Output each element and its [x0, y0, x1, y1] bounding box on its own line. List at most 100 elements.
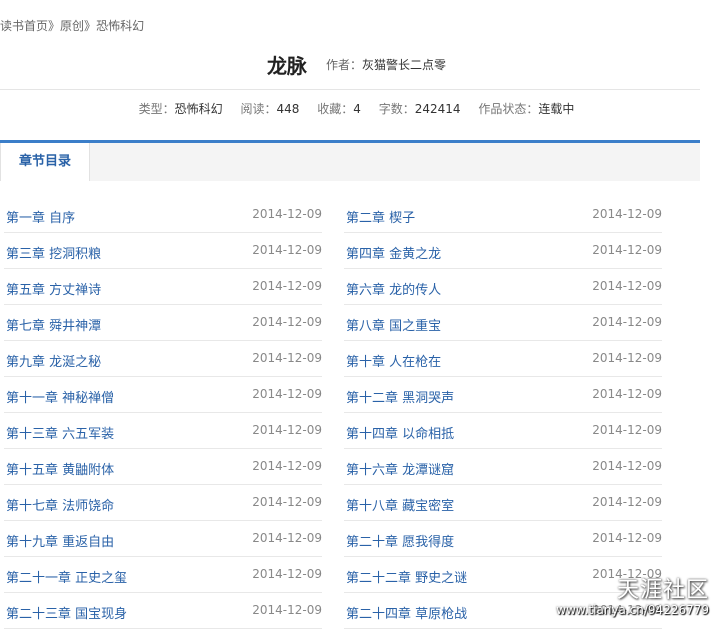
chapter-list-left: 第一章 自序 2014-12-09 第三章 挖洞积粮 2014-12-09 第五章 方丈… — [4, 197, 322, 629]
meta-type: 类型：恐怖科幻 — [139, 102, 223, 116]
tab-table-of-contents[interactable]: 章节目录 — [0, 143, 90, 181]
chapter-row: 第十八章 藏宝密室 2014-12-09 — [344, 485, 662, 521]
chapter-date: 2014-12-09 — [252, 315, 322, 329]
chapter-link[interactable]: 第十四章 以命相抵 — [346, 423, 454, 442]
chapter-row: 第二十二章 野史之谜 2014-12-09 — [344, 557, 662, 593]
chapter-row: 第十七章 法师饶命 2014-12-09 — [4, 485, 322, 521]
chapter-row: 第四章 金黄之龙 2014-12-09 — [344, 233, 662, 269]
chapter-link[interactable]: 第十五章 黄鼬附体 — [6, 459, 114, 478]
chapter-row: 第二章 楔子 2014-12-09 — [344, 197, 662, 233]
chapter-link[interactable]: 第十三章 六五军装 — [6, 423, 114, 442]
chapter-row: 第十章 人在枪在 2014-12-09 — [344, 341, 662, 377]
breadcrumb-separator: 》 — [48, 19, 61, 33]
chapter-date: 2014-12-09 — [252, 495, 322, 509]
chapter-date: 2014-12-09 — [592, 423, 662, 437]
breadcrumb: 读书首页》原创》恐怖科幻 — [0, 17, 144, 34]
meta-status: 作品状态：连载中 — [478, 102, 574, 116]
chapter-link[interactable]: 第二十二章 野史之谜 — [346, 567, 467, 586]
chapter-row: 第十四章 以命相抵 2014-12-09 — [344, 413, 662, 449]
chapter-link[interactable]: 第二十一章 正史之玺 — [6, 567, 127, 586]
chapter-date: 2014-12-09 — [252, 567, 322, 581]
meta-words-value: 242414 — [414, 102, 461, 116]
chapter-link[interactable]: 第二十章 愿我得度 — [346, 531, 454, 550]
book-title: 龙脉 — [266, 54, 307, 78]
author-info: 作者：灰猫警长二点零 — [326, 58, 446, 72]
chapter-row: 第六章 龙的传人 2014-12-09 — [344, 269, 662, 305]
chapter-row: 第十一章 神秘禅僧 2014-12-09 — [4, 377, 322, 413]
book-header: 龙脉 作者：灰猫警长二点零 — [0, 50, 713, 82]
meta-type-value: 恐怖科幻 — [174, 102, 223, 116]
chapter-date: 2014-12-09 — [592, 603, 662, 617]
chapter-date: 2014-12-09 — [592, 243, 662, 257]
breadcrumb-original-link[interactable]: 原创 — [60, 19, 84, 33]
chapter-date: 2014-12-09 — [252, 207, 322, 221]
chapter-date: 2014-12-09 — [252, 243, 322, 257]
chapter-link[interactable]: 第十二章 黑洞哭声 — [346, 387, 454, 406]
chapter-row: 第七章 舜井神潭 2014-12-09 — [4, 305, 322, 341]
chapter-row: 第十六章 龙潭谜窟 2014-12-09 — [344, 449, 662, 485]
breadcrumb-separator: 》 — [84, 19, 97, 33]
meta-favorites: 收藏：4 — [317, 102, 361, 116]
chapter-date: 2014-12-09 — [592, 567, 662, 581]
chapter-date: 2014-12-09 — [252, 459, 322, 473]
chapter-link[interactable]: 第七章 舜井神潭 — [6, 315, 101, 334]
chapter-date: 2014-12-09 — [252, 423, 322, 437]
meta-reads-label: 阅读： — [240, 102, 277, 116]
chapter-date: 2014-12-09 — [252, 603, 322, 617]
chapter-link[interactable]: 第五章 方丈禅诗 — [6, 279, 101, 298]
chapter-link[interactable]: 第八章 国之重宝 — [346, 315, 441, 334]
chapter-link[interactable]: 第三章 挖洞积粮 — [6, 243, 101, 262]
chapter-row: 第十五章 黄鼬附体 2014-12-09 — [4, 449, 322, 485]
breadcrumb-category-link[interactable]: 恐怖科幻 — [96, 19, 144, 33]
chapter-row: 第十三章 六五军装 2014-12-09 — [4, 413, 322, 449]
meta-words-label: 字数： — [378, 102, 415, 116]
chapter-link[interactable]: 第九章 龙涎之秘 — [6, 351, 101, 370]
chapter-row: 第十九章 重返自由 2014-12-09 — [4, 521, 322, 557]
chapter-link[interactable]: 第二章 楔子 — [346, 207, 415, 226]
breadcrumb-home-link[interactable]: 读书首页 — [0, 19, 48, 33]
meta-reads: 阅读：448 — [240, 102, 299, 116]
meta-status-value: 连载中 — [538, 102, 575, 116]
chapter-link[interactable]: 第十一章 神秘禅僧 — [6, 387, 114, 406]
chapter-link[interactable]: 第一章 自序 — [6, 207, 75, 226]
meta-words: 字数：242414 — [379, 102, 461, 116]
author-name-link[interactable]: 灰猫警长二点零 — [362, 58, 446, 72]
chapter-date: 2014-12-09 — [592, 207, 662, 221]
chapter-row: 第二十一章 正史之玺 2014-12-09 — [4, 557, 322, 593]
chapter-date: 2014-12-09 — [592, 531, 662, 545]
chapter-row: 第八章 国之重宝 2014-12-09 — [344, 305, 662, 341]
chapter-link[interactable]: 第十八章 藏宝密室 — [346, 495, 454, 514]
chapter-row: 第二十三章 国宝现身 2014-12-09 — [4, 593, 322, 629]
meta-type-label: 类型： — [138, 102, 175, 116]
header-divider — [0, 89, 700, 90]
chapter-list-right: 第二章 楔子 2014-12-09 第四章 金黄之龙 2014-12-09 第六章 龙的… — [344, 197, 662, 629]
chapter-date: 2014-12-09 — [592, 279, 662, 293]
chapter-date: 2014-12-09 — [592, 351, 662, 365]
chapter-link[interactable]: 第四章 金黄之龙 — [346, 243, 441, 262]
book-meta: 类型：恐怖科幻 阅读：448 收藏：4 字数：242414 作品状态：连载中 — [0, 100, 713, 117]
chapter-link[interactable]: 第十六章 龙潭谜窟 — [346, 459, 454, 478]
chapter-link[interactable]: 第十九章 重返自由 — [6, 531, 114, 550]
chapter-link[interactable]: 第十七章 法师饶命 — [6, 495, 114, 514]
meta-favorites-value: 4 — [353, 102, 361, 116]
meta-status-label: 作品状态： — [478, 102, 539, 116]
chapter-date: 2014-12-09 — [252, 531, 322, 545]
chapter-date: 2014-12-09 — [252, 279, 322, 293]
chapter-link[interactable]: 第二十四章 草原枪战 — [346, 603, 467, 622]
chapter-row: 第五章 方丈禅诗 2014-12-09 — [4, 269, 322, 305]
chapter-row: 第一章 自序 2014-12-09 — [4, 197, 322, 233]
chapter-date: 2014-12-09 — [592, 387, 662, 401]
chapter-date: 2014-12-09 — [592, 495, 662, 509]
meta-reads-value: 448 — [276, 102, 300, 116]
chapter-row: 第三章 挖洞积粮 2014-12-09 — [4, 233, 322, 269]
chapter-link[interactable]: 第二十三章 国宝现身 — [6, 603, 127, 622]
chapter-row: 第九章 龙涎之秘 2014-12-09 — [4, 341, 322, 377]
chapter-date: 2014-12-09 — [252, 351, 322, 365]
chapter-date: 2014-12-09 — [252, 387, 322, 401]
chapter-row: 第二十四章 草原枪战 2014-12-09 — [344, 593, 662, 629]
chapter-link[interactable]: 第十章 人在枪在 — [346, 351, 441, 370]
chapter-row: 第十二章 黑洞哭声 2014-12-09 — [344, 377, 662, 413]
chapter-link[interactable]: 第六章 龙的传人 — [346, 279, 441, 298]
chapter-date: 2014-12-09 — [592, 459, 662, 473]
tab-bar: 章节目录 — [0, 140, 700, 181]
